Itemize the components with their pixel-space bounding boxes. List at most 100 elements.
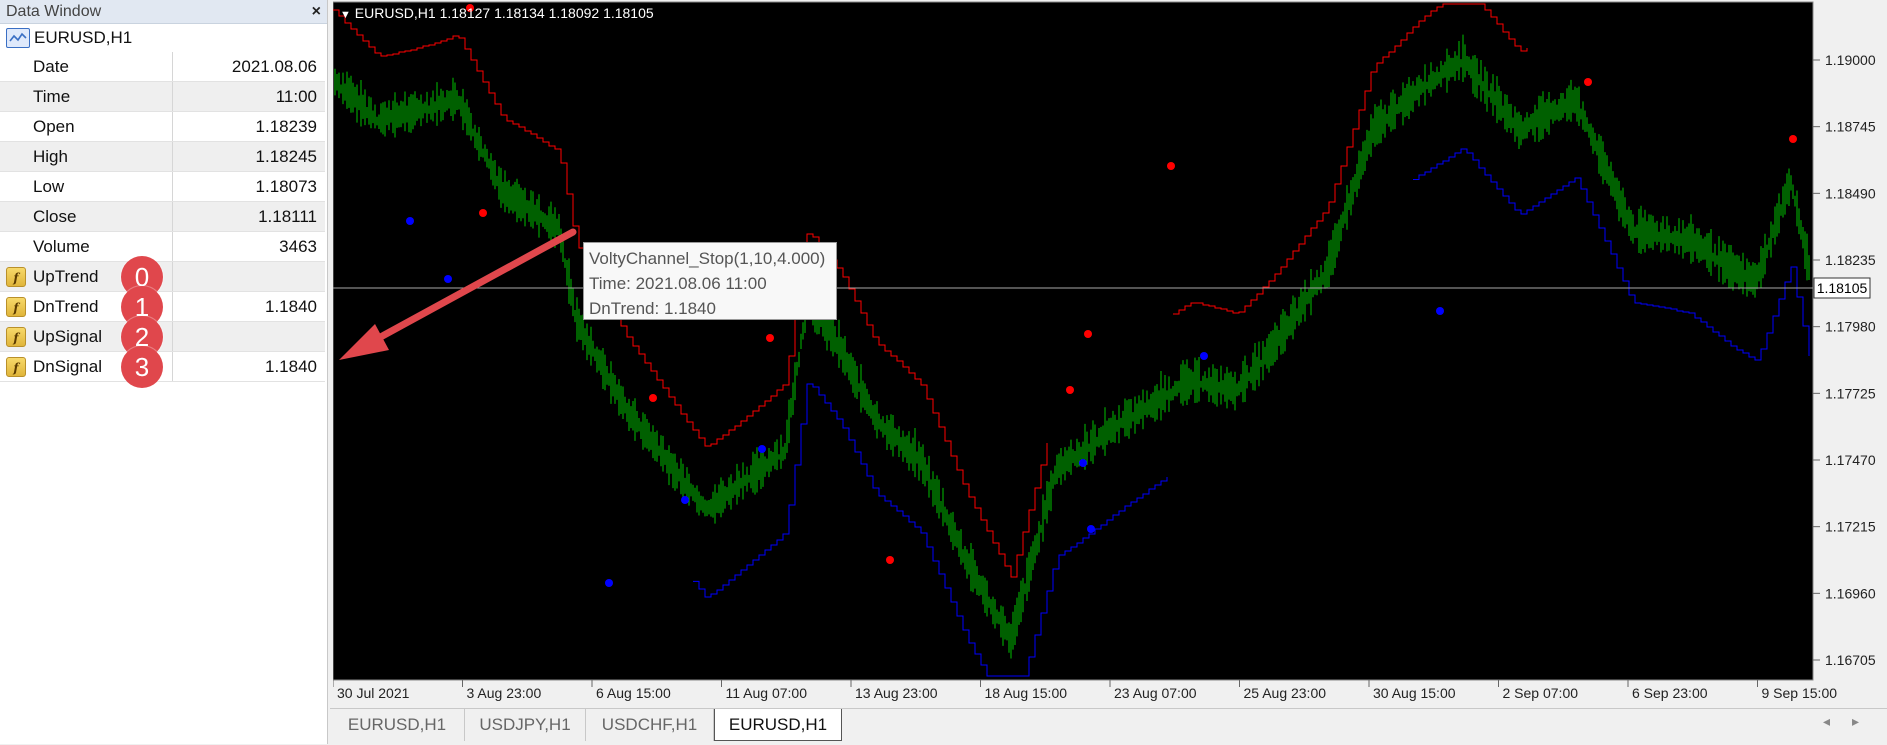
data-row-value: 1.18245 — [255, 146, 317, 166]
indicator-row-value: 1.1840 — [265, 356, 317, 376]
up-signal-dot — [681, 496, 689, 504]
time-tick-label: 9 Sep 15:00 — [1762, 685, 1838, 701]
data-row-value: 11:00 — [275, 86, 317, 106]
indicator-row-dntrend: f DnTrend 1 1.1840 — [0, 286, 325, 328]
data-window-symbol: EURUSD,H1 — [34, 28, 133, 47]
data-row-label: Time — [0, 82, 173, 111]
time-axis: 30 Jul 2021 3 Aug 23:00 6 Aug 15:00 11 Aug … — [333, 680, 1837, 701]
dn-signal-dot — [1167, 162, 1175, 170]
data-row-label: High — [0, 142, 173, 171]
data-row-time: Time 11:00 — [0, 82, 325, 112]
time-tick-label: 30 Aug 15:00 — [1373, 685, 1456, 701]
indicator-row-value — [173, 322, 325, 351]
price-tick-label: 1.17980 — [1825, 319, 1876, 335]
dn-signal-dot — [479, 209, 487, 217]
up-signal-dot — [1200, 352, 1208, 360]
time-tick-label: 13 Aug 23:00 — [855, 685, 938, 701]
time-tick-label: 25 Aug 23:00 — [1244, 685, 1327, 701]
indicator-function-icon: f — [6, 297, 26, 317]
dn-signal-dot — [649, 394, 657, 402]
data-window-rows: Date 2021.08.06 Time 11:00 Open 1.18239 … — [0, 52, 325, 388]
buffer-index-badge: 3 — [121, 346, 163, 388]
tooltip-time: Time: 2021.08.06 11:00 — [589, 274, 767, 293]
indicator-function-icon: f — [6, 267, 26, 287]
indicator-function-icon: f — [6, 327, 26, 347]
indicator-row-label: UpSignal — [33, 326, 102, 346]
tooltip-value: DnTrend: 1.1840 — [589, 299, 716, 318]
indicator-function-icon: f — [6, 357, 26, 377]
price-chart-window[interactable]: 1.19000 1.18745 1.18490 1.18235 1.17980 1.177… — [333, 0, 1887, 708]
data-row-label: Low — [0, 172, 173, 201]
data-window-panel: Data Window × EURUSD,H1 Date 2021.08.06 … — [0, 0, 328, 744]
up-signal-dot — [406, 217, 414, 225]
tab-eurusd-h1[interactable]: EURUSD,H1 — [330, 709, 465, 741]
indicator-row-value: 1.1840 — [265, 296, 317, 316]
close-icon[interactable]: × — [312, 3, 321, 21]
price-tick-label: 1.18235 — [1825, 252, 1876, 268]
chart-plot-background — [333, 1, 1814, 681]
price-tick-label: 1.17215 — [1825, 519, 1876, 535]
price-axis: 1.19000 1.18745 1.18490 1.18235 1.17980 1.177… — [1813, 52, 1876, 668]
data-row-value: 2021.08.06 — [231, 56, 317, 76]
data-row-label: Date — [0, 52, 173, 81]
tab-eurusd-h1-active[interactable]: EURUSD,H1 — [714, 709, 842, 741]
dn-signal-dot — [766, 334, 774, 342]
indicator-row-value — [173, 262, 325, 291]
indicator-row-label: DnTrend — [33, 296, 99, 316]
indicator-row-label: DnSignal — [33, 356, 102, 376]
tab-usdjpy-h1[interactable]: USDJPY,H1 — [465, 709, 586, 741]
price-tick-label: 1.18490 — [1825, 185, 1876, 201]
indicator-row-upsignal: f UpSignal 2 — [0, 316, 325, 358]
up-signal-dot — [758, 445, 766, 453]
data-row-low: Low 1.18073 — [0, 172, 325, 202]
data-row-value: 1.18073 — [255, 176, 317, 196]
data-row-value: 1.18111 — [258, 206, 317, 226]
dn-signal-dot — [1066, 386, 1074, 394]
dn-signal-dot — [1584, 78, 1592, 86]
data-row-label: Open — [0, 112, 173, 141]
price-tick-label: 1.16960 — [1825, 585, 1876, 601]
data-row-high: High 1.18245 — [0, 142, 325, 172]
dn-signal-dot — [1084, 330, 1092, 338]
data-window-symbol-row: EURUSD,H1 — [0, 24, 327, 52]
chart-window-icon — [6, 28, 30, 48]
data-row-close: Close 1.18111 — [0, 202, 325, 232]
time-tick-label: 2 Sep 07:00 — [1503, 685, 1579, 701]
dn-signal-dot — [886, 556, 894, 564]
up-signal-dot — [605, 579, 613, 587]
time-tick-label: 23 Aug 07:00 — [1114, 685, 1197, 701]
data-row-open: Open 1.18239 — [0, 112, 325, 142]
current-price-label: 1.18105 — [1817, 280, 1868, 296]
up-signal-dot — [1436, 307, 1444, 315]
chart-ohlc-header: EURUSD,H1 1.18127 1.18134 1.18092 1.1810… — [354, 5, 654, 21]
tab-scroll-arrows[interactable]: ◂▸ — [1823, 713, 1881, 730]
time-tick-label: 18 Aug 15:00 — [985, 685, 1068, 701]
price-chart-canvas[interactable]: 1.19000 1.18745 1.18490 1.18235 1.17980 1.177… — [333, 0, 1887, 708]
up-signal-dot — [444, 275, 452, 283]
indicator-row-dnsignal: f DnSignal 3 1.1840 — [0, 346, 325, 388]
time-tick-label: 6 Aug 15:00 — [596, 685, 671, 701]
data-row-value: 1.18239 — [255, 116, 317, 136]
indicator-tooltip: VoltyChannel_Stop(1,10,4.000) Time: 2021… — [583, 242, 837, 320]
chart-header: ▼ EURUSD,H1 1.18127 1.18134 1.18092 1.18… — [340, 5, 654, 21]
tab-usdchf-h1[interactable]: USDCHF,H1 — [586, 709, 714, 741]
up-signal-dot — [1079, 459, 1087, 467]
indicator-row-uptrend: f UpTrend 0 — [0, 256, 325, 298]
data-row-volume: Volume 3463 — [0, 232, 325, 262]
price-tick-label: 1.19000 — [1825, 52, 1876, 68]
data-window-title: Data Window — [6, 2, 102, 20]
price-tick-label: 1.16705 — [1825, 652, 1876, 668]
tooltip-indicator-name: VoltyChannel_Stop(1,10,4.000) — [589, 249, 826, 268]
data-row-value: 3463 — [279, 236, 317, 256]
data-row-date: Date 2021.08.06 — [0, 52, 325, 82]
price-tick-label: 1.18745 — [1825, 119, 1876, 135]
data-row-label: Close — [0, 202, 173, 231]
chart-tab-bar: EURUSD,H1 USDJPY,H1 USDCHF,H1 EURUSD,H1 … — [330, 708, 1887, 745]
indicator-row-label: UpTrend — [33, 266, 99, 286]
dn-signal-dot — [1789, 135, 1797, 143]
time-tick-label: 3 Aug 23:00 — [467, 685, 542, 701]
price-tick-label: 1.17725 — [1825, 385, 1876, 401]
price-tick-label: 1.17470 — [1825, 452, 1876, 468]
data-window-titlebar[interactable]: Data Window × — [0, 0, 327, 24]
chart-menu-icon[interactable]: ▼ — [340, 9, 351, 21]
